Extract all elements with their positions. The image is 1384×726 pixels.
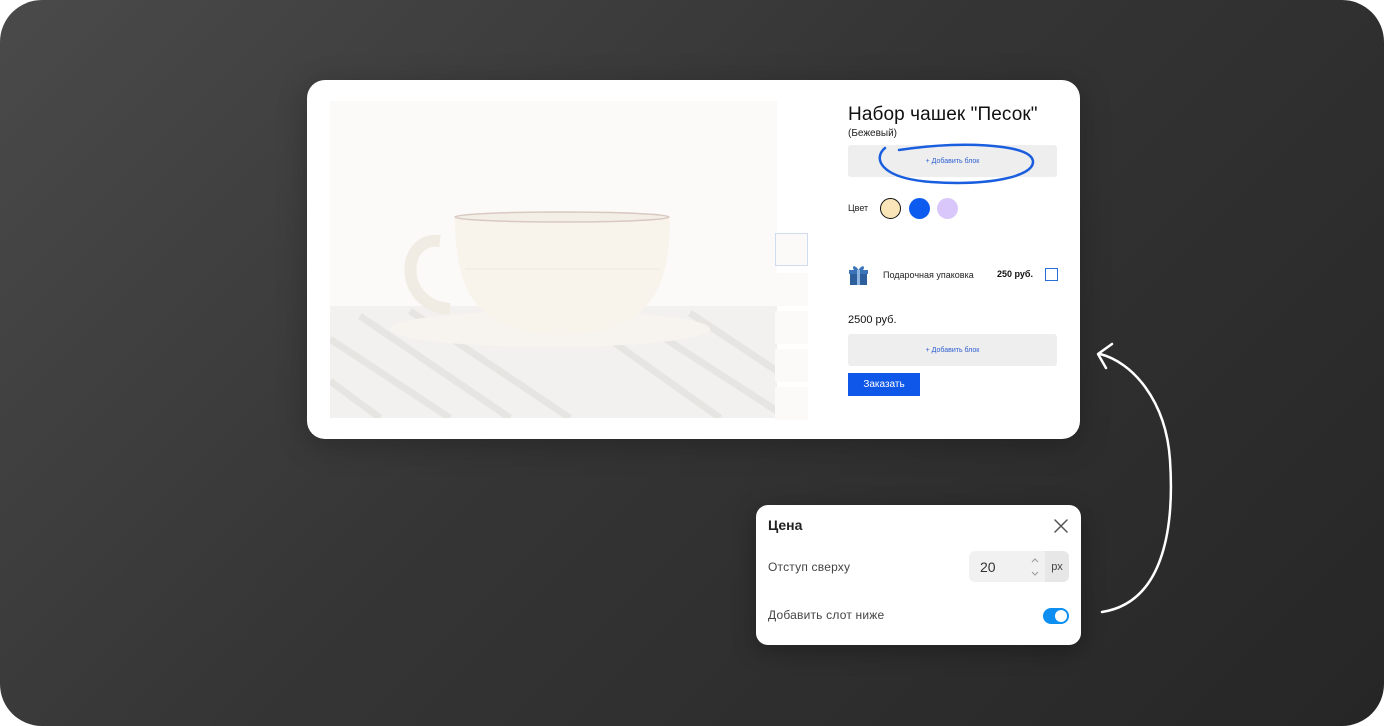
add-block-button-bottom[interactable]: + Добавить блок (848, 334, 1057, 366)
thumbnail[interactable] (775, 349, 808, 382)
price-settings-panel: Цена Отступ сверху 20 px Добавить слот н… (756, 505, 1081, 645)
product-variant: (Бежевый) (848, 128, 898, 139)
color-swatch-lilac[interactable] (937, 198, 958, 219)
thumbnail[interactable] (775, 273, 808, 306)
offset-unit: px (1045, 551, 1069, 582)
cup-photo (330, 101, 777, 418)
color-label: Цвет (848, 203, 869, 213)
gift-wrap-price: 250 руб. (997, 269, 1033, 279)
order-button[interactable]: Заказать (848, 373, 920, 396)
color-swatch-beige[interactable] (880, 198, 901, 219)
toggle-knob (1055, 610, 1067, 622)
connector-arrow (1096, 342, 1173, 614)
product-price: 2500 руб. (848, 314, 897, 326)
gift-icon (849, 266, 868, 285)
add-block-button[interactable]: + Добавить блок (848, 145, 1057, 177)
close-icon[interactable] (1054, 519, 1068, 533)
add-slot-label: Добавить слот ниже (768, 608, 885, 622)
color-swatch-blue[interactable] (909, 198, 930, 219)
product-title: Набор чашек "Песок" (848, 104, 1038, 125)
gift-wrap-checkbox[interactable] (1045, 268, 1058, 281)
thumbnail[interactable] (775, 311, 808, 344)
add-slot-toggle[interactable] (1043, 608, 1069, 624)
canvas-background: Набор чашек "Песок" (Бежевый) + Добавить… (0, 0, 1384, 726)
stepper-arrows-icon[interactable] (1029, 555, 1041, 579)
thumbnail[interactable] (775, 387, 808, 420)
thumbnail[interactable] (775, 233, 808, 266)
product-card: Набор чашек "Песок" (Бежевый) + Добавить… (307, 80, 1080, 439)
offset-top-label: Отступ сверху (768, 560, 851, 574)
offset-top-value: 20 (980, 559, 996, 575)
gift-wrap-label: Подарочная упаковка (883, 270, 974, 280)
product-main-image (330, 101, 777, 418)
panel-title: Цена (768, 517, 803, 533)
offset-top-input[interactable]: 20 (969, 551, 1045, 582)
